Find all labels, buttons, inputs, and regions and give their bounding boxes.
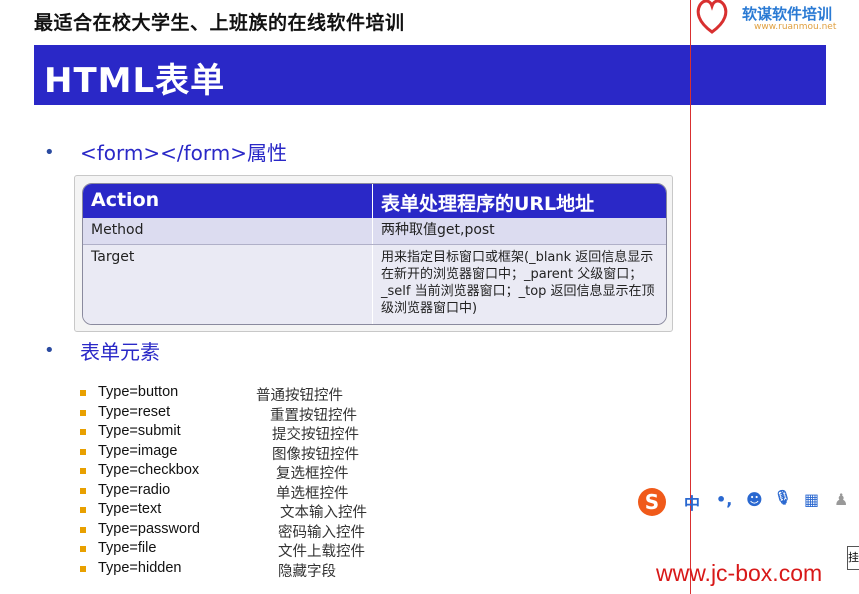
list-bullet [80,565,86,572]
list-bullet [80,429,86,435]
table-header-cell: Action [83,184,373,218]
list-item: Type=submit 提交按钮控件 [80,423,400,443]
list-bullet [80,448,86,455]
bullet-dot: • [44,340,55,361]
attributes-table-frame[interactable]: Action 表单处理程序的URL地址 Method 两种取值get,post … [74,175,673,332]
list-item: Type=password 密码输入控件 [80,521,400,541]
table-header-row: Action 表单处理程序的URL地址 [83,184,666,218]
table-cell: 两种取值get,post [381,222,495,238]
list-item: Type=hidden 隐藏字段 [80,560,400,580]
slogan: 最适合在校大学生、上班族的在线软件培训 [34,12,405,34]
section-heading-form-elements: 表单元素 [80,340,160,364]
table-row: Method 两种取值get,post [83,218,666,245]
keyboard-icon[interactable]: ▦ [804,490,819,509]
ime-mode-button[interactable]: 中 [684,490,700,514]
list-item: Type=file 文件上载控件 [80,540,400,560]
list-bullet [80,546,86,552]
table-header-cell: 表单处理程序的URL地址 [381,193,595,215]
table-row: Target 用来指定目标窗口或框架(_blank 返回信息显示在新开的浏览器窗… [83,245,666,324]
section-heading-form-attrs: <form></form>属性 [80,141,288,165]
heart-logo-icon [696,0,728,34]
ime-toolbar[interactable]: S 中 •, ☻ 🎙 ▦ ♟ [638,486,859,518]
list-item: Type=reset 重置按钮控件 [80,404,400,424]
attributes-table: Action 表单处理程序的URL地址 Method 两种取值get,post … [82,183,667,325]
brand-name: 软谋软件培训 [742,5,833,23]
slide-title-bar: HTML表单 [34,45,826,105]
list-bullet [80,526,86,533]
microphone-icon[interactable]: 🎙 [774,490,792,506]
punctuation-icon[interactable]: •, [716,490,732,509]
table-cell: Target [83,245,373,324]
list-item: Type=image 图像按钮控件 [80,443,400,463]
watermark: www.jc-box.com [656,560,823,586]
table-cell: 用来指定目标窗口或框架(_blank 返回信息显示在新开的浏览器窗口中；_par… [381,250,655,316]
form-elements-list: Type=button 普通按钮控件 Type=reset 重置按钮控件 Type=… [80,384,400,580]
list-item: Type=text 文本输入控件 [80,501,400,521]
bullet-dot: • [44,142,55,163]
sogou-logo-icon[interactable]: S [638,488,666,516]
table-cell: Method [83,218,373,244]
list-bullet [80,487,86,494]
list-bullet [80,409,86,416]
list-bullet [80,390,86,396]
edge-tooltip: 挂 [847,546,859,570]
list-bullet [80,507,86,513]
list-item: Type=radio 单选框控件 [80,482,400,502]
list-item: Type=button 普通按钮控件 [80,384,400,404]
slide-title: HTML表单 [44,61,226,101]
user-icon[interactable]: ♟ [834,490,848,509]
emoji-icon[interactable]: ☻ [746,490,763,509]
list-bullet [80,468,86,474]
brand-url: www.ruanmou.net [754,22,837,32]
brand-logo: 软谋软件培训 www.ruanmou.net [690,0,859,40]
list-item: Type=checkbox 复选框控件 [80,462,400,482]
